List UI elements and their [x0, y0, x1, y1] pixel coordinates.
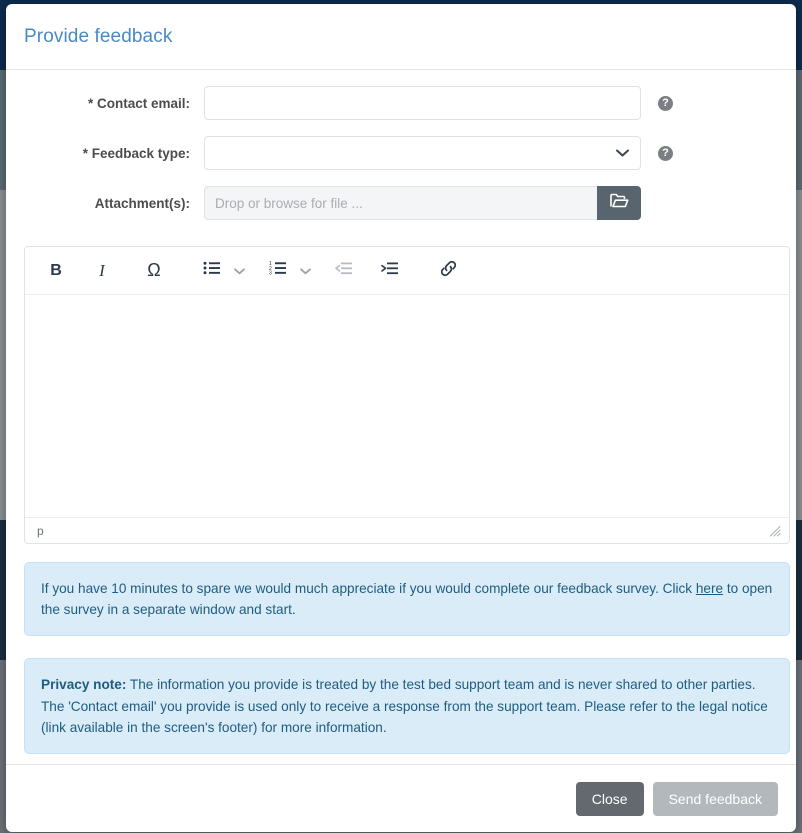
form-row-contact-email: * Contact email: ?: [18, 86, 784, 120]
editor-element-path[interactable]: p: [37, 524, 44, 538]
feedback-modal: Provide feedback * Contact email: ? * Fe…: [6, 4, 796, 832]
send-feedback-button[interactable]: Send feedback: [652, 781, 778, 816]
chevron-down-icon: [233, 262, 245, 280]
decrease-indent-button[interactable]: [327, 254, 361, 288]
privacy-notice: Privacy note: The information you provid…: [24, 658, 790, 755]
contact-email-label: * Contact email:: [87, 95, 190, 111]
contact-email-input[interactable]: [204, 86, 641, 120]
feedback-type-label: * Feedback type:: [82, 145, 190, 161]
page-title: Provide feedback: [24, 25, 173, 47]
editor-status-bar: p: [25, 517, 789, 543]
bulleted-list-icon: [203, 261, 221, 280]
browse-file-button[interactable]: [597, 186, 641, 220]
rich-text-editor: B I Ω 1 2 3 p: [24, 246, 790, 544]
attachments-wrap: Drop or browse for file ...: [204, 186, 641, 220]
survey-notice: If you have 10 minutes to spare we would…: [24, 562, 790, 637]
chevron-down-icon: [299, 262, 311, 280]
form-row-feedback-type: * Feedback type: ?: [18, 136, 784, 170]
editor-toolbar: B I Ω 1 2 3: [25, 247, 789, 295]
numbered-list-icon: 1 2 3: [269, 261, 287, 280]
feedback-type-wrap: [204, 136, 641, 170]
feedback-type-select[interactable]: [204, 136, 641, 170]
feedback-type-help-icon[interactable]: ?: [658, 145, 673, 161]
indent-icon: [381, 262, 399, 280]
outdent-icon: [335, 262, 353, 280]
numbered-list-options-button[interactable]: [295, 254, 315, 288]
survey-link[interactable]: here: [696, 581, 723, 596]
attachments-dropzone[interactable]: Drop or browse for file ...: [204, 186, 597, 220]
folder-open-icon: [609, 193, 629, 214]
privacy-notice-text: The information you provide is treated b…: [41, 677, 768, 735]
editor-content-area[interactable]: [25, 295, 789, 517]
numbered-list-button[interactable]: 1 2 3: [261, 254, 295, 288]
survey-notice-text-before: If you have 10 minutes to spare we would…: [41, 581, 696, 596]
insert-link-button[interactable]: [431, 254, 465, 288]
contact-email-help-icon[interactable]: ?: [658, 95, 673, 111]
special-character-button[interactable]: Ω: [137, 254, 171, 288]
modal-footer: Close Send feedback: [6, 764, 796, 832]
bulleted-list-options-button[interactable]: [229, 254, 249, 288]
contact-email-wrap: [204, 86, 641, 120]
attachments-label: Attachment(s):: [94, 195, 190, 211]
form-row-attachments: Attachment(s): Drop or browse for file .…: [18, 186, 784, 220]
bulleted-list-button[interactable]: [195, 254, 229, 288]
privacy-notice-heading: Privacy note:: [41, 677, 127, 693]
close-button[interactable]: Close: [575, 781, 644, 816]
resize-grip-icon[interactable]: [769, 525, 781, 537]
svg-text:3: 3: [269, 271, 272, 275]
italic-button[interactable]: I: [85, 254, 119, 288]
modal-body: * Contact email: ? * Feedback type: ? At…: [6, 70, 796, 764]
increase-indent-button[interactable]: [373, 254, 407, 288]
modal-header: Provide feedback: [6, 4, 796, 70]
link-icon: [439, 259, 458, 283]
bold-button[interactable]: B: [39, 254, 73, 288]
